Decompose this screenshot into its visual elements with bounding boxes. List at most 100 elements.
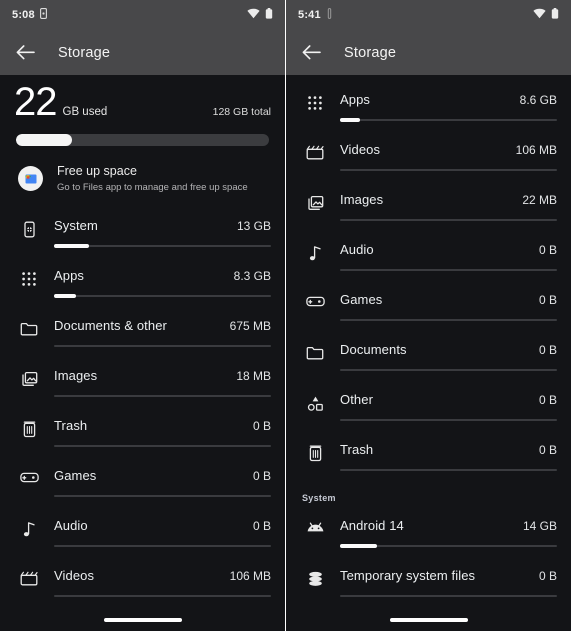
storage-list-item-body: Videos 106 MB	[340, 129, 557, 171]
storage-list-item-progress-fill	[54, 294, 76, 298]
storage-list-item-top: Apps 8.3 GB	[54, 268, 271, 283]
system-storage-list: Android 14 14 GB Temporary system files …	[286, 505, 571, 609]
status-bar-right-cluster	[533, 6, 559, 24]
apps-grid-icon	[16, 255, 42, 287]
storage-list-item[interactable]: Games 0 B	[0, 455, 285, 505]
storage-list-item-top: Documents & other 675 MB	[54, 318, 271, 333]
storage-list-item-value: 13 GB	[236, 219, 271, 233]
storage-list-item-progress-fill	[340, 544, 377, 548]
battery-icon	[265, 6, 273, 24]
gamepad-icon	[16, 455, 42, 484]
storage-list-item-body: Audio 0 B	[54, 505, 271, 547]
storage-list-item-value: 8.3 GB	[233, 269, 271, 283]
storage-list-item[interactable]: Images 18 MB	[0, 355, 285, 405]
back-arrow-icon[interactable]	[14, 42, 36, 64]
storage-list-item[interactable]: Audio 0 B	[286, 229, 571, 279]
storage-list-item-progress-track	[340, 419, 557, 421]
shapes-icon	[302, 379, 328, 412]
page-title: Storage	[344, 44, 397, 61]
storage-list-item-value: 0 B	[538, 569, 557, 583]
storage-list-item-body: Games 0 B	[340, 279, 557, 321]
storage-list-item[interactable]: Videos 106 MB	[286, 129, 571, 179]
wifi-icon	[533, 6, 546, 24]
storage-list-item[interactable]: Videos 106 MB	[0, 555, 285, 605]
device-icon	[326, 6, 333, 24]
storage-list-item-body: Temporary system files 0 B	[340, 555, 557, 597]
storage-list-item[interactable]: Trash 0 B	[286, 429, 571, 479]
storage-list-item-progress-track	[54, 395, 271, 397]
storage-list-item-value: 0 B	[538, 293, 557, 307]
storage-list-item-top: Games 0 B	[54, 468, 271, 483]
storage-list-item-progress-track	[54, 294, 271, 298]
storage-list-item-top: Other 0 B	[340, 392, 557, 407]
android-icon	[302, 505, 328, 534]
storage-list-item-body: Images 18 MB	[54, 355, 271, 397]
storage-list-item[interactable]: System 13 GB	[0, 205, 285, 255]
device-icon	[39, 6, 47, 24]
storage-list-item[interactable]: Games 0 B	[286, 279, 571, 329]
storage-list-item-top: Android 14 14 GB	[340, 518, 557, 533]
storage-list-item-label: Games	[54, 468, 97, 483]
video-icon	[16, 555, 42, 586]
storage-list-item[interactable]: Audio 0 B	[0, 505, 285, 555]
video-icon	[302, 129, 328, 160]
storage-list-item-body: Trash 0 B	[54, 405, 271, 447]
storage-list-item-label: Trash	[340, 442, 374, 457]
storage-list-item-progress-track	[340, 319, 557, 321]
gesture-pill[interactable]	[389, 618, 468, 622]
storage-category-list-left: System 13 GB Apps 8.3 GB Documents & oth…	[0, 205, 285, 609]
back-arrow-icon[interactable]	[300, 42, 322, 64]
storage-list-item-value: 0 B	[538, 343, 557, 357]
storage-list-item[interactable]: Images 22 MB	[286, 179, 571, 229]
phone-system-icon	[16, 205, 42, 238]
storage-list-item-top: Trash 0 B	[340, 442, 557, 457]
wifi-icon	[247, 6, 260, 24]
storage-list-item-label: Documents & other	[54, 318, 167, 333]
storage-list-item-top: System 13 GB	[54, 218, 271, 233]
storage-list-item-label: Videos	[340, 142, 381, 157]
storage-list-item[interactable]: Temporary system files 0 B	[286, 555, 571, 605]
status-bar-left-cluster: 5:08	[12, 6, 47, 24]
free-up-space-subtitle: Go to Files app to manage and free up sp…	[57, 182, 248, 193]
storage-list-item-label: Images	[54, 368, 98, 383]
storage-list-item-label: Audio	[54, 518, 88, 533]
app-bar-left: Storage	[0, 30, 285, 75]
free-up-space-text: Free up space Go to Files app to manage …	[57, 164, 248, 193]
storage-list-item-body: Games 0 B	[54, 455, 271, 497]
storage-list-item-progress-track	[54, 545, 271, 547]
storage-list-item-body: Images 22 MB	[340, 179, 557, 221]
storage-list-item-progress-track	[340, 219, 557, 221]
storage-list-item[interactable]: Documents 0 B	[286, 329, 571, 379]
storage-list-item-value: 0 B	[252, 419, 271, 433]
free-up-space-banner[interactable]: Free up space Go to Files app to manage …	[0, 146, 285, 205]
storage-list-item-progress-track	[54, 345, 271, 347]
storage-list-item[interactable]: Android 14 14 GB	[286, 505, 571, 555]
apps-grid-icon	[302, 79, 328, 111]
storage-list-item-top: Trash 0 B	[54, 418, 271, 433]
app-bar-right: Storage	[286, 30, 571, 75]
content-right: Apps 8.6 GB Videos 106 MB Images 22 MB A…	[286, 75, 571, 631]
storage-list-item-value: 22 MB	[522, 193, 557, 207]
storage-list-item[interactable]: Apps 8.3 GB	[0, 255, 285, 305]
storage-list-item-top: Videos 106 MB	[340, 142, 557, 157]
storage-list-item-top: Apps 8.6 GB	[340, 92, 557, 107]
storage-list-item-progress-track	[54, 445, 271, 447]
storage-list-item-top: Games 0 B	[340, 292, 557, 307]
gesture-pill[interactable]	[103, 618, 182, 622]
gesture-nav-bar-right	[286, 609, 571, 631]
storage-list-item-label: Audio	[340, 242, 374, 257]
storage-list-item[interactable]: Apps 8.6 GB	[286, 79, 571, 129]
storage-list-item-progress-fill	[340, 118, 360, 122]
storage-list-item-label: Other	[340, 392, 374, 407]
storage-list-item-label: System	[54, 218, 98, 233]
phone-screen-left: 5:08 Storage 22 GB used 128 GB total Fre…	[0, 0, 285, 631]
storage-summary: 22 GB used 128 GB total	[0, 75, 285, 146]
phone-screen-right: 5:41 Storage Apps 8.6 GB Videos 106 MB I…	[286, 0, 571, 631]
storage-list-item-body: Documents 0 B	[340, 329, 557, 371]
storage-total-progress-bar	[16, 134, 269, 146]
storage-list-item-top: Images 18 MB	[54, 368, 271, 383]
storage-list-item[interactable]: Other 0 B	[286, 379, 571, 429]
storage-list-item[interactable]: Documents & other 675 MB	[0, 305, 285, 355]
storage-list-item[interactable]: Trash 0 B	[0, 405, 285, 455]
storage-list-item-top: Audio 0 B	[54, 518, 271, 533]
